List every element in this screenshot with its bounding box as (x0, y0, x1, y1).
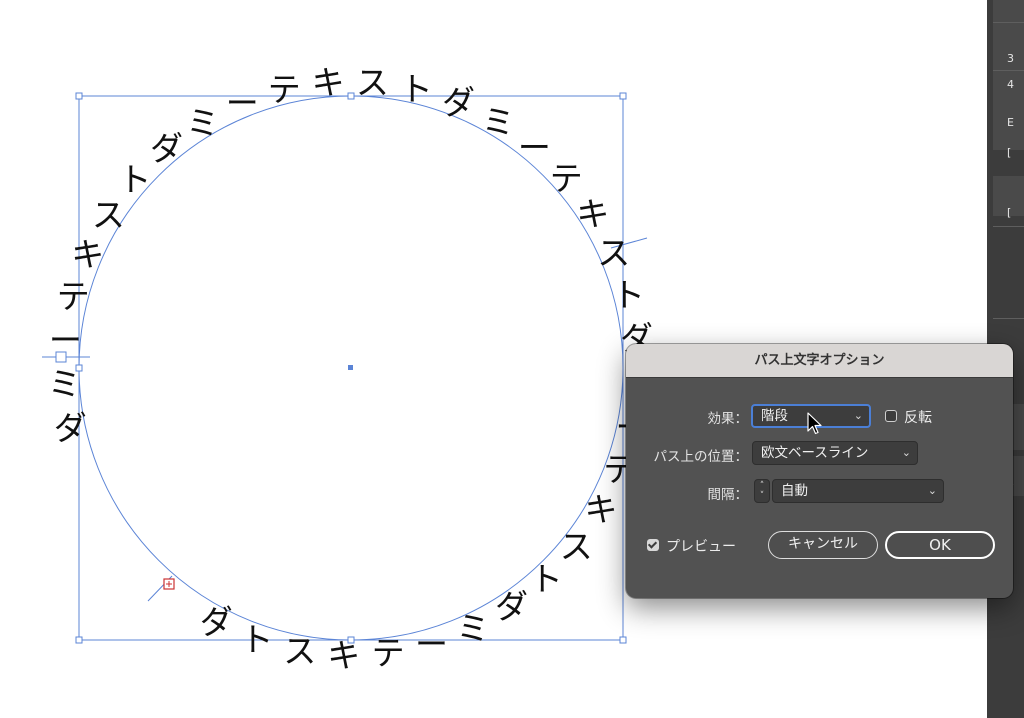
overflow-marker-icon[interactable] (163, 578, 175, 590)
chevron-down-icon: ⌄ (901, 446, 911, 459)
path-text-glyph: キ (585, 490, 618, 529)
cancel-button[interactable]: キャンセル (768, 531, 878, 559)
path-text-glyph: テ (550, 159, 583, 198)
effect-value: 階段 (761, 408, 788, 424)
preview-label[interactable]: プレビュー (666, 536, 736, 556)
flip-label[interactable]: 反転 (904, 407, 932, 427)
path-position-value: 欧文ベースライン (761, 445, 869, 461)
path-text-glyph: テ (372, 634, 405, 673)
path-text-glyph: ス (92, 196, 125, 235)
chevron-down-icon: ⌄ (853, 409, 863, 422)
panel-glyph: 4 (1007, 78, 1014, 91)
path-text-glyph: ト (240, 620, 273, 659)
mouse-cursor-icon (807, 412, 822, 435)
panel-glyph: [ (1007, 146, 1012, 159)
path-text-glyph: ダ (495, 587, 528, 626)
path-text-glyph: ト (612, 275, 645, 314)
panel-glyph: 3 (1007, 52, 1014, 65)
path-text-glyph: ミ (456, 609, 489, 648)
path-position-label: パス上の位置： (653, 449, 749, 465)
panel-divider (993, 22, 1024, 23)
path-text-glyph: ー (415, 625, 448, 664)
type-on-path-options-dialog: パス上文字オプション 効果： 階段 ⌄ 反転 パス上の位置： 欧文ベースライン … (626, 344, 1013, 598)
path-text-glyph: ミ (186, 103, 219, 142)
path-text-glyph: ス (283, 631, 316, 670)
path-text-glyph: ー (226, 83, 259, 122)
path-text-glyph: キ (312, 63, 345, 102)
path-text-glyph: ダ (442, 83, 475, 122)
path-text-glyph: ス (560, 527, 593, 566)
chevron-down-icon: ⌄ (927, 484, 937, 497)
path-text-glyph: ミ (482, 103, 515, 142)
panel-divider (993, 70, 1024, 71)
effect-label: 効果： (707, 411, 749, 427)
panel-divider (993, 318, 1024, 319)
spacing-select[interactable]: 自動 ⌄ (772, 479, 944, 503)
path-text-glyph: ー (518, 128, 551, 167)
flip-checkbox[interactable] (885, 410, 897, 422)
path-text-glyph: ス (356, 63, 389, 102)
preview-checkbox[interactable] (647, 539, 659, 551)
path-text-glyph: テ (57, 277, 90, 316)
path-text-glyph: ダ (150, 129, 183, 168)
path-text-glyph: ミ (48, 365, 81, 404)
panel-glyph: [ (1007, 206, 1012, 219)
path-text-glyph: ト (118, 160, 151, 199)
path-text-glyph: テ (268, 70, 301, 109)
spacing-value: 自動 (781, 483, 808, 499)
path-text-glyph: ダ (54, 409, 87, 448)
panel-divider (993, 226, 1024, 227)
path-text-glyph: キ (71, 235, 104, 274)
path-text-glyph: キ (576, 195, 609, 234)
path-text-glyph: ー (49, 320, 82, 359)
path-text-glyph: ト (530, 559, 563, 598)
spacing-label: 間隔： (707, 487, 749, 503)
path-text-glyph: キ (327, 636, 360, 675)
path-position-select[interactable]: 欧文ベースライン ⌄ (752, 441, 918, 465)
path-text-glyph: ト (400, 70, 433, 109)
center-point[interactable] (348, 365, 353, 370)
path-text-glyph: ダ (200, 602, 233, 641)
dialog-title[interactable]: パス上文字オプション (626, 344, 1013, 378)
stepper-icon[interactable]: ˄ ˅ (754, 479, 770, 503)
panel-glyph: E (1007, 116, 1014, 129)
ok-button[interactable]: OK (885, 531, 995, 559)
path-text-glyph: ス (597, 234, 630, 273)
